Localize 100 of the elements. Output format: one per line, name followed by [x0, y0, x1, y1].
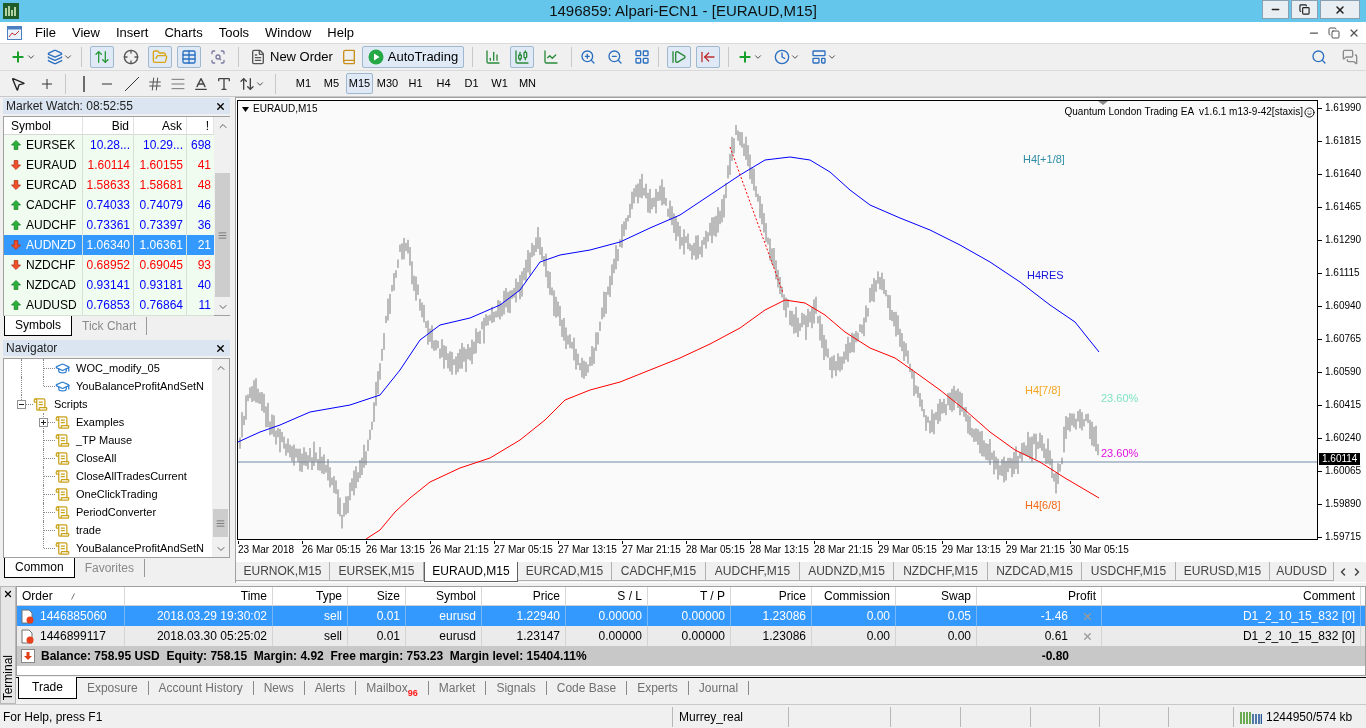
tree-item[interactable]: WOC_modify_05	[76, 359, 160, 377]
timeframe-button[interactable]: H1	[402, 73, 429, 94]
shift-marker-icon[interactable]	[1098, 101, 1108, 105]
caret-icon[interactable]	[753, 52, 764, 62]
panel-tab[interactable]: Symbols	[4, 316, 72, 336]
close-icon[interactable]	[215, 342, 226, 354]
zoom-out-icon[interactable]	[607, 49, 624, 65]
timeframe-button[interactable]: M5	[318, 73, 345, 94]
chart-tab[interactable]: EURAUD,M15	[424, 562, 518, 582]
terminal-tab[interactable]: Code Base	[546, 681, 628, 695]
caret-icon[interactable]	[63, 52, 73, 62]
vertical-line-icon[interactable]	[82, 75, 86, 92]
close-icon[interactable]	[3, 589, 13, 599]
tree-item[interactable]: CloseAllTradesCurrent	[76, 467, 187, 485]
column-header[interactable]: Price	[731, 587, 812, 605]
timeframe-button[interactable]: H4	[430, 73, 457, 94]
chart-tab[interactable]: AUDNZD,M15	[800, 562, 894, 581]
menu-item[interactable]: Charts	[156, 22, 211, 43]
terminal-tab[interactable]: Account History	[148, 681, 254, 695]
zoom-in-icon[interactable]	[580, 49, 597, 65]
restore-icon[interactable]	[1299, 4, 1310, 15]
panel-tab[interactable]: Common	[4, 558, 75, 578]
column-header[interactable]: Order	[17, 587, 125, 605]
column-header[interactable]: Swap	[896, 587, 977, 605]
caret-icon[interactable]	[827, 52, 838, 62]
book-icon[interactable]	[340, 49, 357, 65]
terminal-tab[interactable]: Alerts	[304, 681, 357, 695]
chat-icon[interactable]	[1342, 49, 1358, 65]
symbol-row[interactable]: EURAUD 1.60114 1.60155 41	[4, 155, 214, 175]
timeframe-button[interactable]: M30	[374, 73, 401, 94]
terminal-tab[interactable]: Journal	[688, 681, 750, 695]
menu-item[interactable]: Help	[319, 22, 363, 43]
text-label-icon[interactable]	[216, 75, 232, 92]
tree-item[interactable]: YouBalanceProfitAndSetN	[76, 539, 204, 557]
order-row[interactable]: 1446899117 2018.03.30 05:25:02 sell 0.01 eurusd 1.23147 0.00000 0.00000 1.23086 0.00 0.00 0.61 D1_2_10_15_832 [0]	[17, 626, 1365, 646]
menu-item[interactable]: View	[63, 22, 108, 43]
close-icon[interactable]	[215, 100, 226, 112]
trend-line-icon[interactable]	[124, 75, 140, 92]
symbol-row[interactable]: NZDCAD 0.93141 0.93181 40	[4, 275, 214, 295]
terminal-tab[interactable]: Exposure	[76, 681, 149, 695]
clock-icon[interactable]	[774, 49, 791, 65]
symbol-row[interactable]: AUDUSD 0.76853 0.76864 11	[4, 295, 214, 315]
symbol-row[interactable]: AUDCHF 0.73361 0.73397 36	[4, 215, 214, 235]
tile-icon[interactable]	[634, 49, 651, 65]
column-header[interactable]: Comment	[1102, 587, 1361, 605]
profiles-icon[interactable]	[47, 49, 63, 65]
timeframe-button[interactable]: M1	[290, 73, 317, 94]
dropdown-icon[interactable]	[242, 106, 249, 112]
menu-item[interactable]: Window	[257, 22, 320, 43]
symbol-row[interactable]: NZDCHF 0.68952 0.69045 93	[4, 255, 214, 275]
chart-tab[interactable]: CADCHF,M15	[612, 562, 706, 581]
scrollbar-thumb[interactable]	[213, 509, 228, 537]
chart-tab[interactable]: NZDCAD,M15	[988, 562, 1082, 581]
menu-item[interactable]: File	[27, 22, 64, 43]
terminal-tab[interactable]: Market	[428, 681, 487, 695]
close-button[interactable]	[1320, 0, 1360, 19]
new-order-button[interactable]: New Order	[247, 46, 336, 68]
cursor-icon[interactable]	[10, 75, 26, 92]
chart-tab[interactable]: NZDCHF,M15	[894, 562, 988, 581]
column-header[interactable]: Profit	[977, 587, 1102, 605]
expand-icon[interactable]	[39, 418, 48, 427]
collapse-icon[interactable]	[17, 400, 26, 409]
scrollbar[interactable]	[212, 359, 229, 557]
chart-tab[interactable]: AUDUSD	[1270, 562, 1334, 581]
timeframe-button[interactable]: D1	[458, 73, 485, 94]
column-header[interactable]: Price	[482, 587, 566, 605]
tree-item[interactable]: OneClickTrading	[76, 485, 158, 503]
chart-tab[interactable]: EURUSD,M15	[1176, 562, 1270, 581]
menu-item[interactable]: Insert	[107, 22, 157, 43]
scrollbar[interactable]	[214, 117, 231, 315]
caret-icon[interactable]	[790, 52, 801, 62]
tree-item[interactable]: YouBalanceProfitAndSetN	[76, 377, 204, 395]
search-icon[interactable]	[1311, 49, 1327, 65]
chart-tab[interactable]: USDCHF,M15	[1082, 562, 1176, 581]
symbol-row[interactable]: CADCHF 0.74033 0.74079 46	[4, 195, 214, 215]
column-header[interactable]: T / P	[648, 587, 731, 605]
column-header[interactable]: Commission	[812, 587, 896, 605]
text-icon[interactable]	[193, 75, 209, 92]
symbol-row[interactable]: EURCAD 1.58633 1.58681 48	[4, 175, 214, 195]
column-header[interactable]: S / L	[566, 587, 648, 605]
terminal-tab[interactable]: Signals	[486, 681, 547, 695]
timeframe-button[interactable]: M15	[346, 73, 373, 94]
column-header[interactable]: Time	[125, 587, 273, 605]
column-header[interactable]: Size	[348, 587, 406, 605]
close-icon[interactable]	[1334, 3, 1346, 16]
chart-tab[interactable]: EURNOK,M15	[236, 562, 330, 581]
terminal-tab[interactable]: Trade	[18, 677, 77, 699]
tree-item[interactable]: Scripts	[54, 395, 88, 413]
autotrading-button[interactable]: AutoTrading	[361, 46, 465, 68]
column-header[interactable]: Symbol	[406, 587, 482, 605]
tree-item[interactable]: CloseAll	[76, 449, 117, 467]
chart-tab[interactable]: EURCAD,M15	[518, 562, 612, 581]
terminal-tab[interactable]: News	[253, 681, 305, 695]
timeframe-button[interactable]: W1	[486, 73, 513, 94]
menu-item[interactable]: Tools	[210, 22, 258, 43]
tree-item[interactable]: Examples	[76, 413, 125, 431]
grip-icon[interactable]	[216, 518, 225, 528]
scrollbar-thumb[interactable]	[215, 173, 230, 297]
tree-item[interactable]: _TP Mause	[76, 431, 133, 449]
caret-icon[interactable]	[26, 52, 36, 62]
